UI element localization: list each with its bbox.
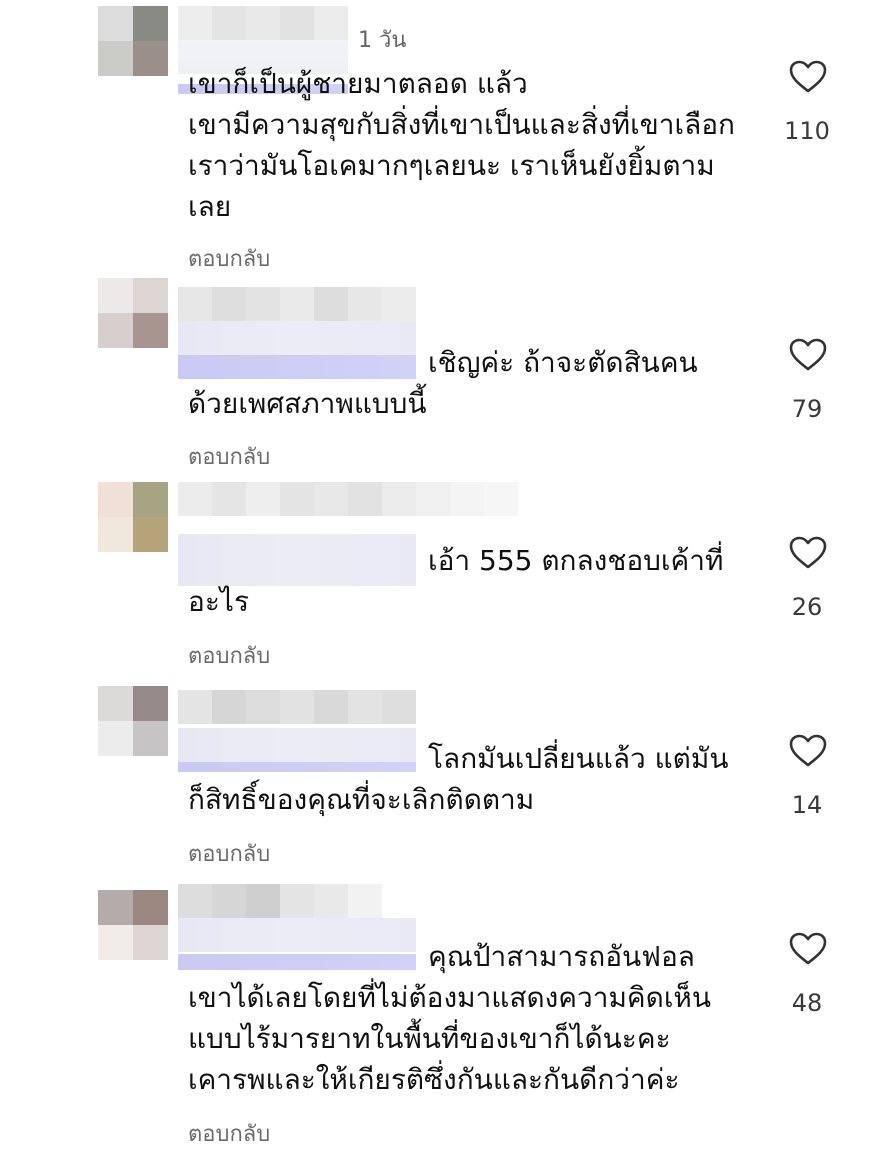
comment-text: เขาก็เป็นผู้ชายมาตลอด แล้ว เขามีความสุขก… [188, 67, 736, 223]
username-redacted[interactable] [178, 482, 518, 516]
username-redacted[interactable] [178, 884, 382, 918]
avatar[interactable] [98, 6, 168, 76]
username-redacted[interactable] [178, 6, 348, 40]
reply-button[interactable]: ตอบกลับ [188, 1116, 270, 1151]
reply-button[interactable]: ตอบกลับ [188, 439, 270, 474]
heart-icon[interactable] [789, 60, 827, 94]
avatar[interactable] [98, 686, 168, 756]
like-count: 48 [791, 989, 823, 1017]
heart-icon[interactable] [789, 338, 827, 372]
avatar[interactable] [98, 890, 168, 960]
avatar[interactable] [98, 278, 168, 348]
like-count: 79 [791, 395, 823, 423]
like-count: 14 [791, 791, 823, 819]
like-count: 26 [791, 593, 823, 621]
avatar[interactable] [98, 482, 168, 552]
heart-icon[interactable] [789, 734, 827, 768]
heart-icon[interactable] [789, 932, 827, 966]
comment-text: เชิญค่ะ ถ้าจะตัดสินคน ด้วยเพศสภาพแบบนี้ [188, 346, 698, 420]
heart-icon[interactable] [789, 536, 827, 570]
comment-text: เอ้า 555 ตกลงชอบเค้าที่ อะไร [188, 544, 724, 618]
comment-text: โลกมันเปลี่ยนแล้ว แต่มัน ก็สิทธิ์ของคุณท… [188, 742, 729, 816]
reply-button[interactable]: ตอบกลับ [188, 241, 270, 276]
comment-text: คุณป้าสามารถอันฟอล เขาได้เลยโดยที่ไม่ต้อ… [188, 940, 712, 1096]
username-redacted[interactable] [178, 287, 416, 321]
like-count: 110 [784, 117, 830, 145]
reply-button[interactable]: ตอบกลับ [188, 836, 270, 871]
comment-timestamp: 1 วัน [358, 28, 407, 53]
reply-button[interactable]: ตอบกลับ [188, 638, 270, 673]
username-redacted[interactable] [178, 690, 416, 724]
